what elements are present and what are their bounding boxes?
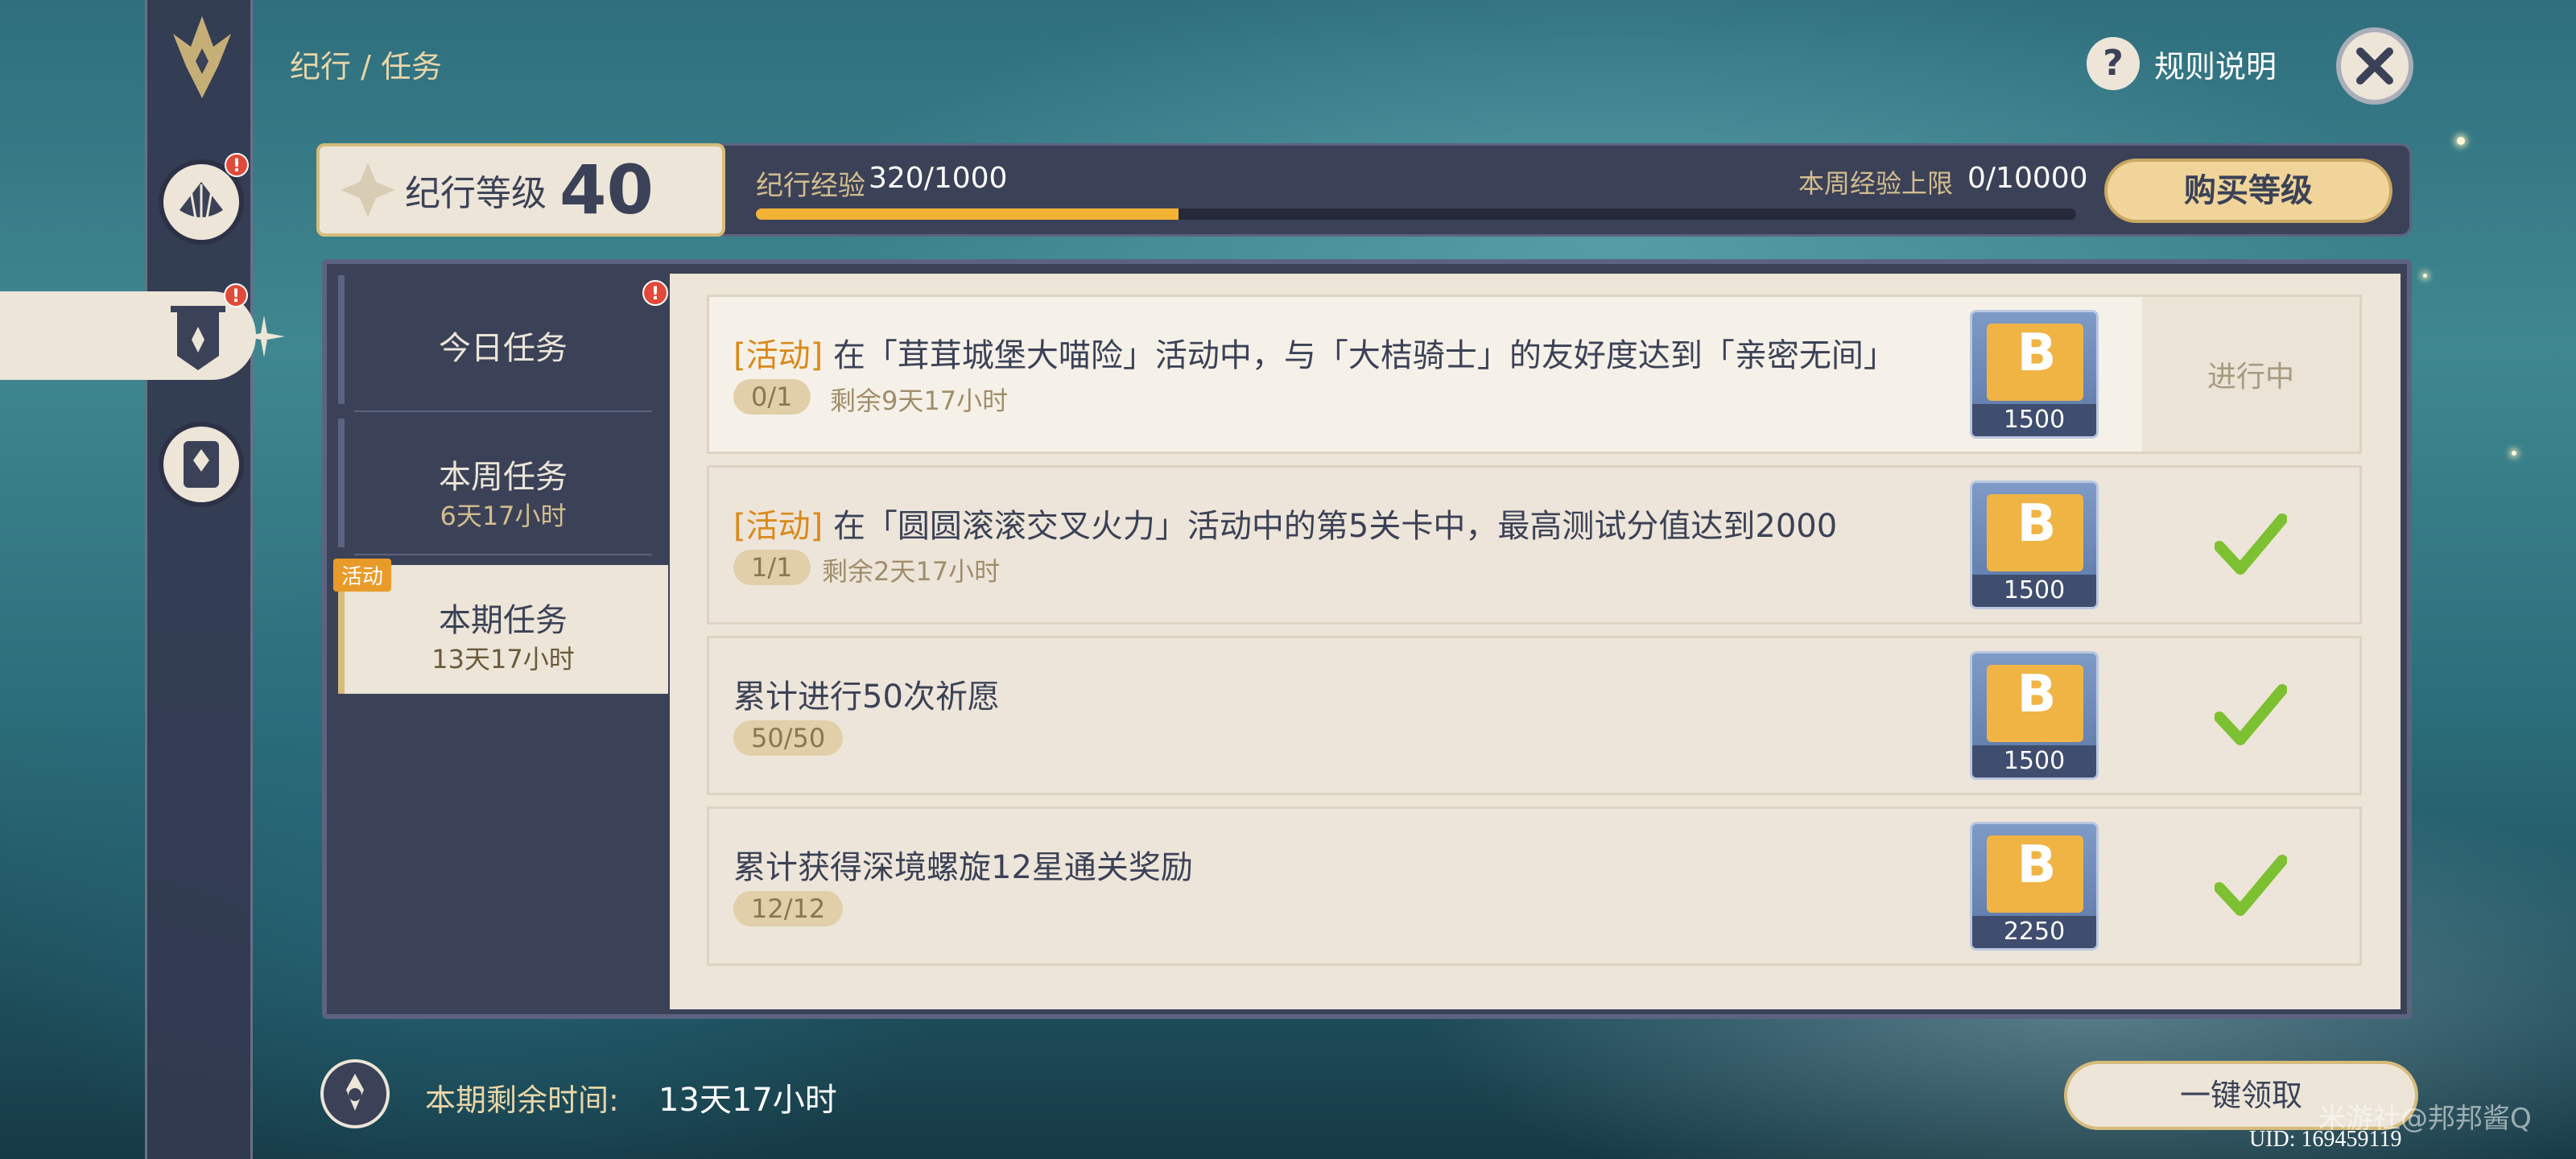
shell-icon: [180, 182, 223, 219]
star-decoration: [2512, 451, 2516, 456]
tab-title: 本期任务: [439, 602, 568, 639]
level-value: 40: [559, 151, 654, 229]
period-remaining-label: 本期剩余时间:: [425, 1083, 619, 1118]
sparkle-icon: [243, 316, 285, 357]
tab-subtitle: 6天17小时: [440, 501, 567, 531]
tab-period[interactable]: 活动 本期任务 13天17小时: [333, 559, 668, 694]
bp-exp-icon: B: [1987, 665, 2083, 742]
task-row: [活动] 在「圆圆滚滚交叉火力」活动中的第5关卡中，最高测试分值达到2000 1…: [707, 465, 2362, 625]
task-text: 在「茸茸城堡大喵险」活动中，与「大桔骑士」的友好度达到「亲密无间」: [832, 337, 1896, 374]
banner-task-icon: [171, 306, 225, 370]
close-button[interactable]: [2336, 27, 2413, 105]
question-icon: ?: [2087, 37, 2140, 90]
rules-help-button[interactable]: ? 规则说明: [2087, 37, 2277, 90]
status-in-progress: 进行中: [2207, 361, 2294, 394]
checkmark-icon: [2215, 855, 2287, 916]
svg-text:B: B: [2017, 835, 2057, 895]
rail-tasks-button[interactable]: [0, 291, 285, 380]
close-icon: [2356, 47, 2393, 85]
timer-icon: [320, 1059, 390, 1128]
svg-text:B: B: [2017, 494, 2057, 554]
task-title: 累计获得深境螺旋12星通关奖励: [733, 841, 1193, 888]
task-title: [活动] 在「圆圆滚滚交叉火力」活动中的第5关卡中，最高测试分值达到2000: [733, 500, 1837, 547]
task-text: 在「圆圆滚滚交叉火力」活动中的第5关卡中，最高测试分值达到2000: [832, 508, 1838, 545]
uid-label: UID: 169459119: [2249, 1127, 2402, 1152]
star-decoration: [2457, 137, 2465, 145]
breadcrumb: 纪行 / 任务: [290, 49, 442, 85]
svg-text:B: B: [2017, 665, 2057, 724]
task-title: 累计进行50次祈愿: [733, 670, 1000, 717]
task-progress: 50/50: [733, 720, 844, 756]
exp-progress-fill: [756, 208, 1179, 220]
period-remaining-value: 13天17小时: [658, 1082, 837, 1119]
tab-daily[interactable]: 今日任务 !: [338, 275, 668, 404]
alert-badge: !: [642, 280, 668, 306]
task-text: 累计获得深境螺旋12星通关奖励: [733, 849, 1193, 886]
buy-level-button[interactable]: 购买等级: [2104, 159, 2392, 223]
battle-pass-logo-icon: [173, 16, 231, 98]
task-status: [2142, 468, 2359, 622]
task-remaining: 剩余9天17小时: [830, 386, 1009, 416]
task-list: [活动] 在「茸茸城堡大喵险」活动中，与「大桔骑士」的友好度达到「亲密无间」 0…: [670, 274, 2401, 1009]
exp-value: 320/1000: [869, 162, 1008, 195]
reward-count: 1500: [1972, 575, 2096, 607]
level-box: 纪行等级 40: [316, 143, 725, 237]
task-row: 累计获得深境螺旋12星通关奖励 12/12 B 2250: [707, 806, 2362, 966]
rail-shop-button[interactable]: [159, 422, 244, 507]
exp-label: 纪行经验: [756, 170, 865, 202]
reward-count: 1500: [1972, 404, 2096, 436]
task-row: 累计进行50次祈愿 50/50 B 1500: [707, 636, 2362, 795]
task-title: [活动] 在「茸茸城堡大喵险」活动中，与「大桔骑士」的友好度达到「亲密无间」: [733, 329, 1896, 376]
weekly-cap-value: 0/10000: [1967, 162, 2088, 195]
alert-badge: !: [224, 283, 248, 307]
task-text: 累计进行50次祈愿: [733, 678, 1000, 716]
task-status: 进行中: [2142, 297, 2359, 452]
event-tag: 活动: [333, 559, 392, 592]
tab-divider: [354, 554, 652, 555]
checkmark-icon: [2215, 514, 2287, 575]
checkmark-icon: [2215, 684, 2287, 745]
task-status: [2142, 638, 2359, 793]
tab-subtitle: 13天17小时: [431, 644, 575, 674]
task-progress: 0/1: [733, 379, 811, 415]
help-label: 规则说明: [2154, 48, 2277, 85]
level-label: 纪行等级: [405, 173, 547, 214]
level-bar: 纪行等级 40 纪行经验 320/1000 本周经验上限 0/10000 购买等…: [316, 143, 2412, 237]
event-tag: [活动]: [733, 508, 824, 545]
svg-text:B: B: [2017, 324, 2057, 383]
task-remaining: 剩余2天17小时: [822, 556, 1001, 587]
bp-exp-icon: B: [1987, 835, 2083, 913]
task-row: [活动] 在「茸茸城堡大喵险」活动中，与「大桔骑士」的友好度达到「亲密无间」 0…: [707, 295, 2362, 454]
side-rail: !: [145, 0, 253, 1159]
star-decoration: [2423, 274, 2427, 278]
tab-divider: [354, 410, 652, 412]
task-tabs: 今日任务 ! 本周任务 6天17小时 活动 本期任务 13天17小时: [333, 275, 668, 1008]
weekly-cap-label: 本周经验上限: [1798, 168, 1954, 199]
exp-progress-bar: [756, 208, 2076, 220]
bp-exp-icon: B: [1987, 494, 2083, 571]
alert-badge: !: [225, 153, 249, 177]
reward-count: 2250: [1972, 916, 2096, 948]
reward-item: B 1500: [1970, 651, 2099, 780]
task-panel: 今日任务 ! 本周任务 6天17小时 活动 本期任务 13天17小时 [活动] …: [322, 259, 2412, 1019]
reward-count: 1500: [1972, 745, 2096, 777]
task-status: [2142, 809, 2359, 963]
tab-weekly[interactable]: 本周任务 6天17小时: [338, 419, 668, 547]
tab-title: 今日任务: [439, 330, 568, 367]
bp-exp-icon: B: [1987, 324, 2083, 401]
card-icon: [184, 441, 219, 488]
tab-title: 本周任务: [439, 459, 568, 496]
event-tag: [活动]: [733, 337, 824, 374]
task-progress: 1/1: [733, 550, 811, 585]
task-progress: 12/12: [733, 891, 844, 926]
reward-item: B 2250: [1970, 822, 2099, 951]
reward-item: B 1500: [1970, 481, 2099, 609]
emblem-icon: [341, 163, 395, 217]
reward-item: B 1500: [1970, 310, 2099, 439]
